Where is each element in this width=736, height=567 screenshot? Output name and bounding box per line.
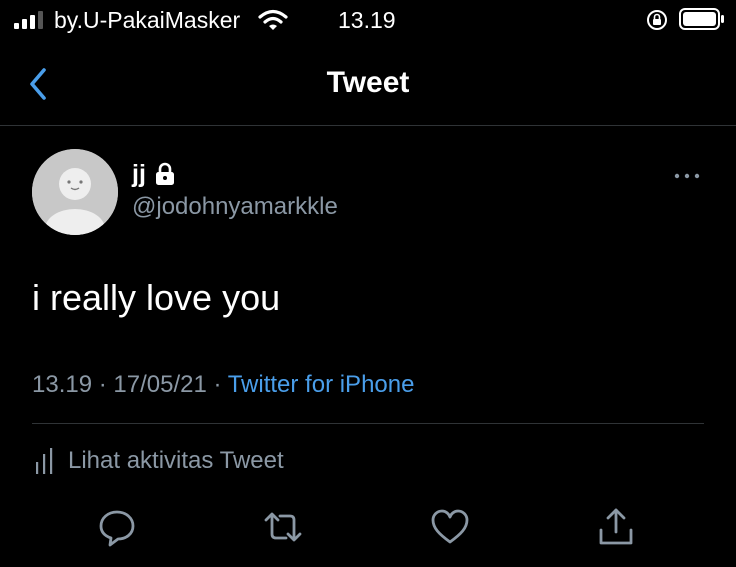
meta-divider [32,423,704,424]
wifi-icon [258,9,288,30]
share-icon[interactable] [595,506,637,548]
more-options-icon[interactable] [670,164,704,188]
battery-icon [679,8,724,30]
nav-bar: Tweet [0,48,736,124]
tweet-action-bar [0,500,736,552]
header-divider [0,125,736,126]
tweet-meta: 13.19 · 17/05/21 · Twitter for iPhone [32,370,414,400]
status-time: 13.19 [338,7,396,33]
signal-icon [14,11,43,29]
carrier-name: by.U-PakaiMasker [54,7,241,33]
retweet-icon[interactable] [262,506,304,548]
view-activity-button[interactable]: Lihat aktivitas Tweet [34,445,284,477]
author-name-row[interactable]: jj [132,158,176,190]
status-bar: by.U-PakaiMasker 13.19 [0,0,736,40]
orientation-lock-icon [647,10,667,30]
author-handle[interactable]: @jodohnyamarkkle [132,192,338,222]
activity-label[interactable]: Lihat aktivitas Tweet [68,447,284,475]
tweet-text: i really love you [32,277,281,318]
tweet-timestamp: 13.19 · 17/05/21 · [32,371,228,398]
default-avatar-icon [32,149,118,235]
lock-icon [155,162,174,185]
page-title: Tweet [326,66,410,99]
avatar[interactable] [32,149,118,235]
tweet-source-link[interactable]: Twitter for iPhone [228,371,415,398]
activity-icon [36,448,53,474]
author-name[interactable]: jj [132,158,146,190]
reply-icon[interactable] [96,506,138,548]
like-icon[interactable] [429,506,471,548]
